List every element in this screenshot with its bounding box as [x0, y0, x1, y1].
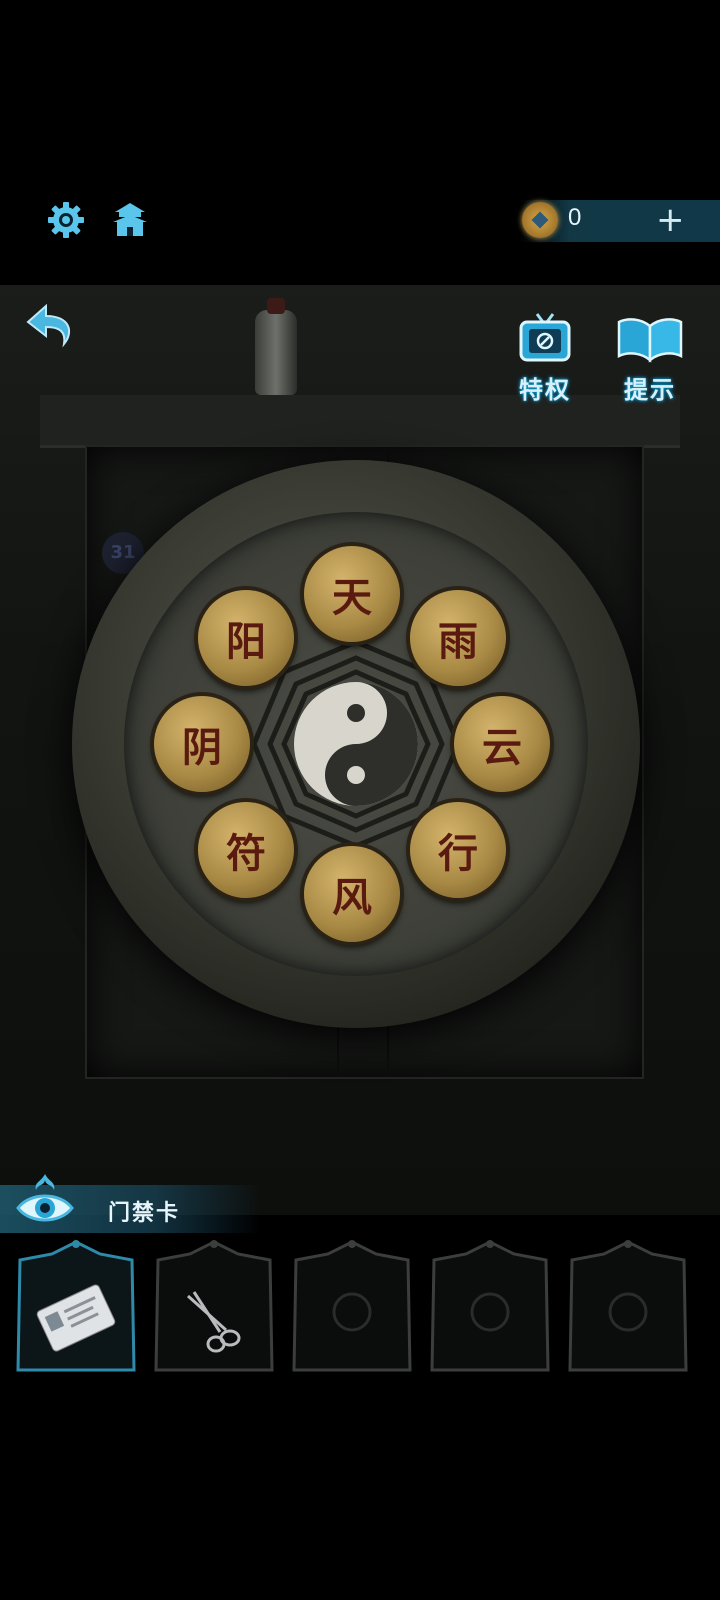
inventory-slot-2-scissors[interactable]	[150, 1240, 278, 1384]
hint-label: 提示	[624, 376, 676, 404]
hint-button[interactable]: 提示	[610, 312, 690, 405]
symbol-button-left[interactable]: 阴	[154, 696, 250, 792]
add-coins-button[interactable]: +	[656, 198, 685, 242]
inventory-slot-4-empty[interactable]	[426, 1240, 554, 1384]
tv-icon	[519, 313, 571, 362]
home-pagoda-icon[interactable]	[108, 198, 152, 242]
selected-item-name: 门禁卡	[108, 1201, 181, 1226]
inspect-eye-icon[interactable]	[14, 1170, 76, 1232]
privilege-label: 特权	[519, 376, 571, 404]
book-icon	[617, 318, 683, 363]
symbol-button-bottom-left[interactable]: 符	[198, 802, 294, 898]
inventory-slot-5-empty[interactable]	[564, 1240, 692, 1384]
symbol-button-right[interactable]: 云	[454, 696, 550, 792]
inventory-slot-1-access-card[interactable]	[12, 1240, 140, 1384]
settings-gear-icon[interactable]	[44, 198, 88, 242]
privilege-button[interactable]: 特权	[505, 312, 585, 405]
coin-count: 0	[568, 204, 582, 231]
symbol-button-top-left[interactable]: 阳	[198, 590, 294, 686]
symbol-button-bottom[interactable]: 风	[304, 846, 400, 942]
symbol-button-top[interactable]: 天	[304, 546, 400, 642]
back-button[interactable]	[20, 296, 80, 352]
bottle	[255, 298, 297, 395]
inventory-slot-3-empty[interactable]	[288, 1240, 416, 1384]
symbol-button-bottom-right[interactable]: 行	[410, 802, 506, 898]
coin-icon	[522, 202, 558, 238]
symbol-button-top-right[interactable]: 雨	[410, 590, 506, 686]
